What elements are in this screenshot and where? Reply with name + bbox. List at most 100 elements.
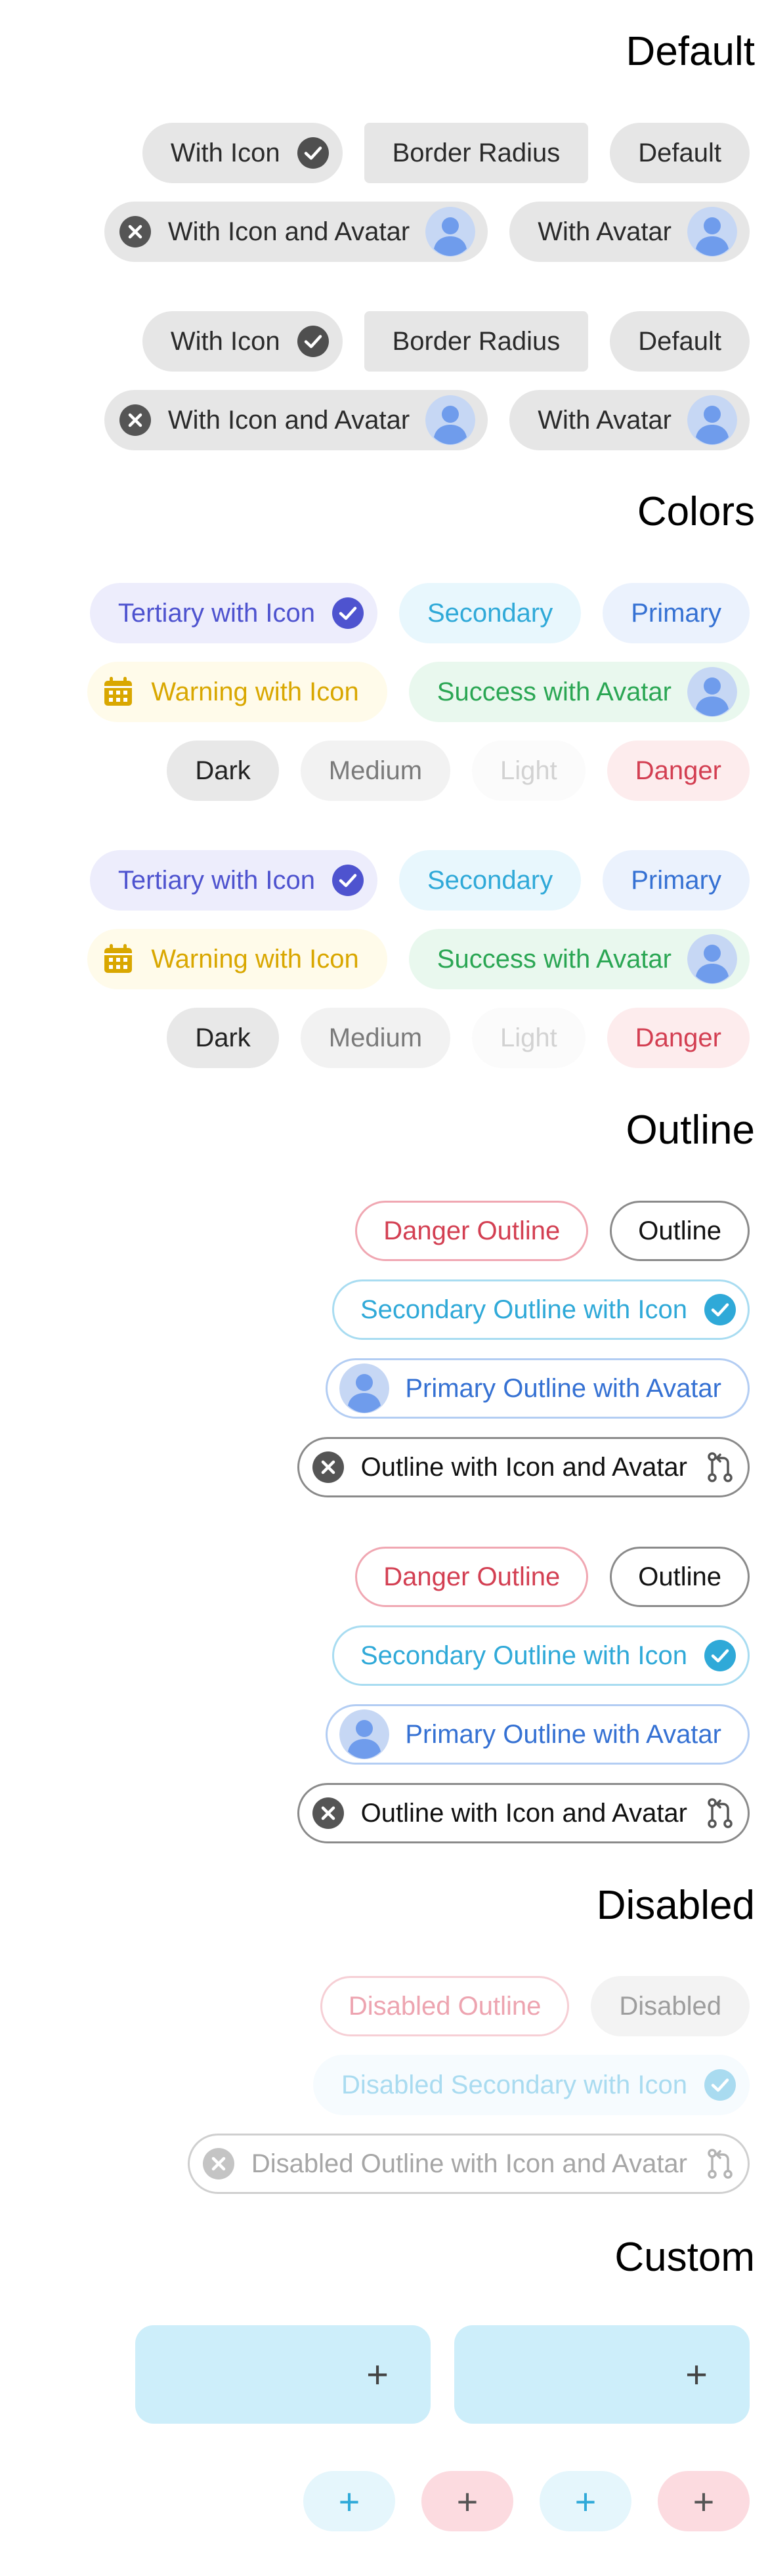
chip-warning-with-icon[interactable]: Warning with Icon xyxy=(87,929,387,989)
close-circle-icon[interactable] xyxy=(118,215,152,249)
chip-row: Primary Outline with Avatar xyxy=(326,1358,750,1419)
chip-dark[interactable]: Dark xyxy=(167,741,279,801)
chip-with-icon-and-avatar[interactable]: With Icon and Avatar xyxy=(104,390,488,450)
custom-small-chip[interactable]: + xyxy=(540,2471,631,2531)
chip-outline[interactable]: Outline xyxy=(610,1547,750,1607)
chip-label: Border Radius xyxy=(392,327,561,356)
add-icon: + xyxy=(693,2480,715,2522)
chip-success-with-avatar[interactable]: Success with Avatar xyxy=(408,662,750,722)
chip-danger[interactable]: Danger xyxy=(607,741,750,801)
custom-large-chip[interactable]: + xyxy=(135,2325,431,2424)
chip-disabled-outline: Disabled Outline xyxy=(320,1976,570,2036)
close-circle-icon[interactable] xyxy=(118,403,152,437)
chip-label: With Icon xyxy=(170,327,280,356)
chip-label: Outline with Icon and Avatar xyxy=(360,1453,687,1482)
custom-small-chip[interactable]: + xyxy=(303,2471,395,2531)
chip-row: Danger Outline Outline xyxy=(355,1547,750,1607)
add-icon: + xyxy=(574,2480,597,2522)
chip-row: Disabled Outline with Icon and Avatar xyxy=(187,2134,750,2194)
section-title-disabled: Disabled xyxy=(596,1883,755,1928)
add-icon: + xyxy=(685,2353,708,2396)
calendar-icon xyxy=(101,675,135,709)
chip-label: Disabled Outline with Icon and Avatar xyxy=(251,2149,687,2178)
chip-light[interactable]: Light xyxy=(472,1008,586,1068)
chip-with-icon[interactable]: With Icon xyxy=(142,123,343,183)
chip-label: Outline with Icon and Avatar xyxy=(360,1799,687,1828)
chip-danger-outline[interactable]: Danger Outline xyxy=(355,1547,589,1607)
chip-label: Disabled Secondary with Icon xyxy=(341,2071,687,2099)
chip-default[interactable]: Default xyxy=(610,311,750,372)
calendar-icon xyxy=(101,942,135,976)
git-pull-request-icon xyxy=(703,2147,737,2181)
chip-label: Primary Outline with Avatar xyxy=(405,1720,721,1749)
checkmark-circle-icon xyxy=(703,2068,737,2102)
chip-medium[interactable]: Medium xyxy=(300,1008,451,1068)
custom-small-chip[interactable]: + xyxy=(658,2471,750,2531)
close-circle-icon[interactable] xyxy=(311,1450,345,1484)
chip-label: Danger xyxy=(635,1023,721,1052)
close-circle-icon[interactable] xyxy=(311,1796,345,1830)
add-icon: + xyxy=(338,2480,360,2522)
chip-tertiary-with-icon[interactable]: Tertiary with Icon xyxy=(89,583,377,643)
checkmark-circle-icon xyxy=(296,136,330,170)
chip-default[interactable]: Default xyxy=(610,123,750,183)
chip-label: Disabled xyxy=(619,1992,721,2021)
chip-row: Danger Outline Outline xyxy=(355,1201,750,1261)
chip-label: Light xyxy=(500,756,557,785)
chip-label: Secondary xyxy=(427,599,553,628)
chip-label: Primary Outline with Avatar xyxy=(405,1374,721,1403)
chip-label: Medium xyxy=(328,1023,423,1052)
avatar-icon xyxy=(687,207,737,257)
chip-outline-with-icon-and-avatar[interactable]: Outline with Icon and Avatar xyxy=(297,1783,750,1843)
section-title-colors: Colors xyxy=(637,489,755,534)
chip-secondary[interactable]: Secondary xyxy=(398,850,582,911)
chip-label: Secondary Outline with Icon xyxy=(360,1295,687,1324)
chip-label: With Icon and Avatar xyxy=(167,217,410,246)
chip-primary[interactable]: Primary xyxy=(603,583,750,643)
chip-row: Secondary Outline with Icon xyxy=(331,1279,750,1340)
chip-row: Outline with Icon and Avatar xyxy=(297,1783,750,1843)
chip-label: With Avatar xyxy=(538,406,672,435)
checkmark-circle-icon xyxy=(331,596,365,630)
chip-row: Dark Medium Light Danger xyxy=(167,1008,750,1068)
chip-outline[interactable]: Outline xyxy=(610,1201,750,1261)
chip-light[interactable]: Light xyxy=(472,741,586,801)
chip-primary-outline-with-avatar[interactable]: Primary Outline with Avatar xyxy=(326,1704,750,1765)
chip-row: Warning with Icon Success with Avatar xyxy=(87,662,750,722)
chip-danger-outline[interactable]: Danger Outline xyxy=(355,1201,589,1261)
chip-dark[interactable]: Dark xyxy=(167,1008,279,1068)
chip-with-avatar[interactable]: With Avatar xyxy=(509,390,750,450)
chip-row: Dark Medium Light Danger xyxy=(167,741,750,801)
checkmark-circle-icon xyxy=(703,1293,737,1327)
chip-primary-outline-with-avatar[interactable]: Primary Outline with Avatar xyxy=(326,1358,750,1419)
chip-row: Primary Outline with Avatar xyxy=(326,1704,750,1765)
chip-tertiary-with-icon[interactable]: Tertiary with Icon xyxy=(89,850,377,911)
custom-large-chip[interactable]: + xyxy=(454,2325,750,2424)
chip-secondary[interactable]: Secondary xyxy=(398,583,582,643)
add-icon: + xyxy=(456,2480,479,2522)
chip-disabled: Disabled xyxy=(591,1976,750,2036)
chip-primary[interactable]: Primary xyxy=(603,850,750,911)
chip-danger[interactable]: Danger xyxy=(607,1008,750,1068)
chip-with-icon-and-avatar[interactable]: With Icon and Avatar xyxy=(104,202,488,262)
avatar-icon xyxy=(425,207,475,257)
chip-label: Default xyxy=(638,327,721,356)
chip-outline-with-icon-and-avatar[interactable]: Outline with Icon and Avatar xyxy=(297,1437,750,1497)
custom-small-chip[interactable]: + xyxy=(421,2471,513,2531)
chip-success-with-avatar[interactable]: Success with Avatar xyxy=(408,929,750,989)
chip-border-radius[interactable]: Border Radius xyxy=(364,311,589,372)
chip-label: With Avatar xyxy=(538,217,672,246)
chip-medium[interactable]: Medium xyxy=(300,741,451,801)
chip-border-radius[interactable]: Border Radius xyxy=(364,123,589,183)
chip-secondary-outline-with-icon[interactable]: Secondary Outline with Icon xyxy=(331,1279,750,1340)
chip-warning-with-icon[interactable]: Warning with Icon xyxy=(87,662,387,722)
checkmark-circle-icon xyxy=(296,324,330,358)
chip-with-icon[interactable]: With Icon xyxy=(142,311,343,372)
avatar-icon xyxy=(687,395,737,445)
chip-row: + + xyxy=(135,2325,750,2424)
chip-row: Tertiary with Icon Secondary Primary xyxy=(89,850,750,911)
chip-secondary-outline-with-icon[interactable]: Secondary Outline with Icon xyxy=(331,1625,750,1686)
chip-disabled-secondary-with-icon: Disabled Secondary with Icon xyxy=(313,2055,750,2115)
chip-label: Border Radius xyxy=(392,139,561,167)
chip-with-avatar[interactable]: With Avatar xyxy=(509,202,750,262)
